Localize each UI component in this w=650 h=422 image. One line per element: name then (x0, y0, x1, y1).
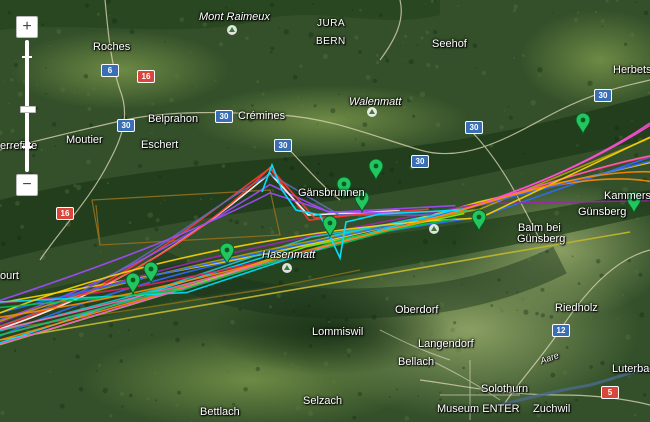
road-shield-16: 16 (56, 207, 74, 220)
road-shield-30: 30 (117, 119, 135, 132)
place-label-mont-raimeux: Mont Raimeux (199, 11, 270, 23)
place-label-gunsberg: Günsberg (578, 206, 627, 218)
zoom-tick (22, 56, 32, 58)
road-shield-30: 30 (411, 155, 429, 168)
place-label-kammersrohr: Kammers (604, 190, 650, 202)
map-pin-icon[interactable] (575, 112, 591, 136)
place-label-solothurn: Solothurn (481, 383, 529, 395)
map-pin-icon[interactable] (471, 209, 487, 233)
road-shield-30: 30 (274, 139, 292, 152)
place-label-balm-gunsberg: Günsberg (517, 233, 566, 245)
place-label-langendorf: Langendorf (418, 338, 474, 350)
place-label-herbetswil: Herbets (613, 64, 650, 76)
place-label-gansbrunnen: Gänsbrunnen (298, 187, 365, 199)
place-label-bellach: Bellach (398, 356, 435, 368)
zoom-control: + − (16, 16, 38, 196)
road-shield-6: 6 (101, 64, 119, 77)
road-shield-5: 5 (601, 386, 619, 399)
road-shield-30: 30 (465, 121, 483, 134)
place-label-eschert: Eschert (141, 139, 179, 151)
zoom-out-button[interactable]: − (16, 174, 38, 196)
place-label-museum-enter: Museum ENTER (437, 403, 520, 415)
place-label-belprahon: Belprahon (148, 113, 199, 125)
road-shield-30: 30 (594, 89, 612, 102)
place-label-seehof: Seehof (432, 38, 467, 50)
road-shield-12: 12 (552, 324, 570, 337)
region-label-bern: BERN (316, 36, 346, 47)
place-label-moutier: Moutier (66, 134, 103, 146)
map-pin-icon[interactable] (143, 261, 159, 285)
place-label-luterbach: Luterbach (612, 363, 650, 375)
map-pin-icon[interactable] (368, 158, 384, 182)
road-shield-16: 16 (137, 70, 155, 83)
place-label-oberdorf: Oberdorf (395, 304, 439, 316)
map-view[interactable]: 6 16 30 30 30 30 30 30 16 12 5 Mont Raim… (0, 0, 650, 422)
place-label-bettlach: Bettlach (200, 406, 240, 418)
place-label-lommiswil: Lommiswil (312, 326, 364, 338)
place-label-cremines: Crémines (238, 110, 286, 122)
place-label-walenmatt: Walenmatt (349, 96, 402, 108)
region-label-jura: JURA (317, 18, 346, 29)
place-label-zuchwil: Zuchwil (533, 403, 571, 415)
map-pin-icon[interactable] (125, 272, 141, 296)
place-label-court: ourt (0, 270, 19, 282)
place-label-roches: Roches (93, 41, 131, 53)
zoom-tick (22, 146, 32, 148)
place-label-hasenmatt: Hasenmatt (262, 249, 316, 261)
map-pin-icon[interactable] (322, 215, 338, 239)
place-label-riedholz: Riedholz (555, 302, 598, 314)
map-pin-icon[interactable] (219, 242, 235, 266)
zoom-slider-thumb[interactable] (20, 105, 36, 113)
zoom-in-button[interactable]: + (16, 16, 38, 38)
place-label-selzach: Selzach (303, 395, 343, 407)
road-shield-30: 30 (215, 110, 233, 123)
